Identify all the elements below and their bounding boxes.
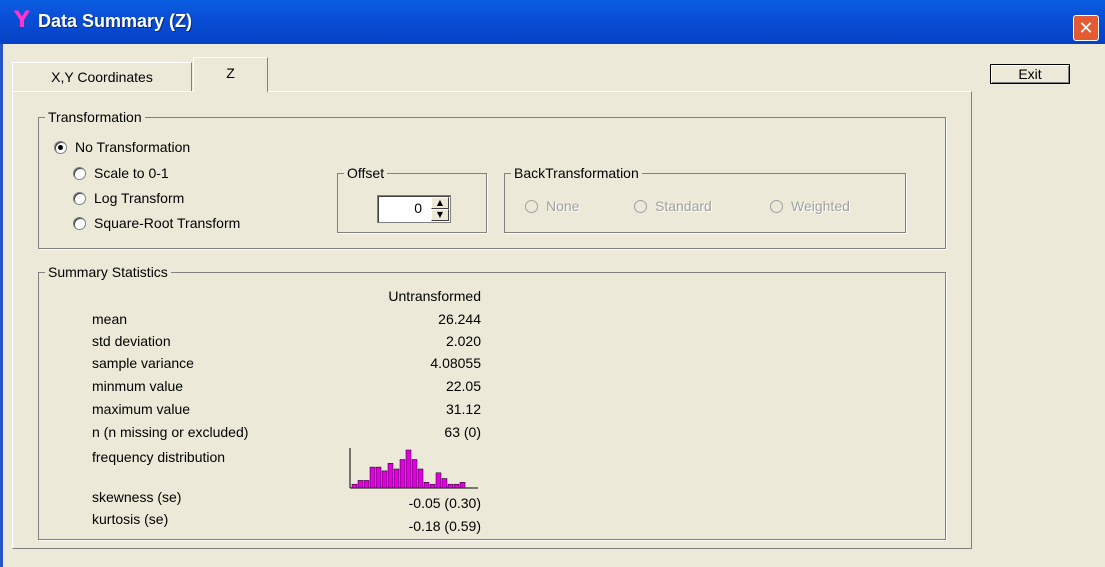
histogram-bar [459, 482, 466, 489]
radio-scale-0-1[interactable]: Scale to 0-1 [73, 165, 169, 181]
radio-icon [54, 140, 67, 154]
histogram-bar [429, 483, 436, 489]
column-header: Untransformed [388, 288, 481, 304]
histogram-bar [363, 480, 370, 489]
stat-value: 2.020 [445, 333, 481, 349]
frequency-histogram [349, 448, 478, 489]
stat-value: 31.12 [445, 401, 481, 417]
radio-icon [770, 199, 783, 213]
radio-back-standard[interactable]: Standard [634, 198, 712, 214]
stat-label: minmum value [92, 378, 184, 394]
histogram-bar [411, 459, 418, 489]
radio-log-transform[interactable]: Log Transform [73, 190, 184, 206]
skewness-value: -0.05 (0.30) [408, 495, 481, 511]
radio-label: Scale to 0-1 [94, 165, 169, 181]
stat-label: mean [92, 311, 128, 327]
histogram-bar [399, 459, 406, 489]
window-border [0, 44, 3, 567]
window-title: Data Summary (Z) [38, 11, 193, 31]
close-icon: ✕ [1078, 18, 1094, 39]
histogram-bar [375, 466, 382, 489]
radio-label: Standard [655, 198, 712, 214]
histogram-bar [351, 483, 358, 489]
radio-label: No Transformation [75, 139, 191, 155]
frequency-label: frequency distribution [92, 449, 226, 465]
histogram-bar [453, 483, 460, 489]
exit-button[interactable]: Exit [990, 64, 1070, 84]
stat-label: maximum value [92, 401, 191, 417]
kurtosis-value: -0.18 (0.59) [408, 518, 481, 534]
group-title: Transformation [45, 108, 145, 126]
offset-spinner[interactable]: 0 ▲ ▼ [377, 195, 451, 223]
histogram-bar [435, 472, 442, 489]
radio-icon [525, 199, 538, 213]
histogram-bar [441, 478, 448, 489]
radio-label: Square-Root Transform [94, 215, 241, 231]
stat-value: 4.08055 [430, 355, 481, 371]
radio-back-none[interactable]: None [525, 198, 579, 214]
group-title: Offset [344, 164, 388, 182]
tab-z[interactable]: Z [193, 57, 268, 93]
histogram-bar [369, 466, 376, 489]
close-button[interactable]: ✕ [1073, 15, 1099, 41]
radio-icon [73, 191, 86, 205]
histogram-bar [393, 468, 400, 489]
stat-value: 26.244 [438, 311, 481, 327]
tab-label: X,Y Coordinates [51, 69, 153, 85]
offset-value: 0 [414, 200, 422, 216]
histogram-bar [387, 463, 394, 489]
skewness-label: skewness (se) [92, 489, 182, 505]
radio-label: Log Transform [94, 190, 185, 206]
stat-value: 22.05 [445, 378, 481, 394]
histogram-bar [423, 482, 430, 489]
radio-back-weighted[interactable]: Weighted [770, 198, 850, 214]
spin-up-icon[interactable]: ▲ [431, 197, 449, 209]
group-title: Summary Statistics [45, 263, 171, 281]
group-title: BackTransformation [511, 164, 642, 182]
stat-label: n (n missing or excluded) [92, 424, 249, 440]
radio-icon [634, 199, 647, 213]
stat-value: 63 (0) [444, 424, 481, 440]
stat-label: std deviation [92, 333, 171, 349]
histogram-bar [381, 470, 388, 489]
tab-xy-coordinates[interactable]: X,Y Coordinates [12, 62, 192, 91]
tab-label: Z [226, 65, 235, 81]
spinner-buttons: ▲ ▼ [431, 197, 449, 221]
radio-icon [73, 166, 86, 180]
radio-label: Weighted [791, 198, 850, 214]
title-bar[interactable]: Y Data Summary (Z) ✕ [0, 0, 1105, 44]
histogram-bar [405, 449, 412, 489]
kurtosis-label: kurtosis (se) [92, 511, 169, 527]
histogram-bar [417, 468, 424, 489]
app-icon: Y [14, 8, 30, 33]
radio-icon [73, 216, 86, 230]
histogram-bar [357, 480, 364, 489]
histogram-bar [447, 483, 454, 489]
radio-no-transformation[interactable]: No Transformation [54, 139, 190, 155]
spin-down-icon[interactable]: ▼ [431, 209, 449, 221]
stat-label: sample variance [92, 355, 194, 371]
radio-square-root[interactable]: Square-Root Transform [73, 215, 240, 231]
radio-label: None [546, 198, 580, 214]
